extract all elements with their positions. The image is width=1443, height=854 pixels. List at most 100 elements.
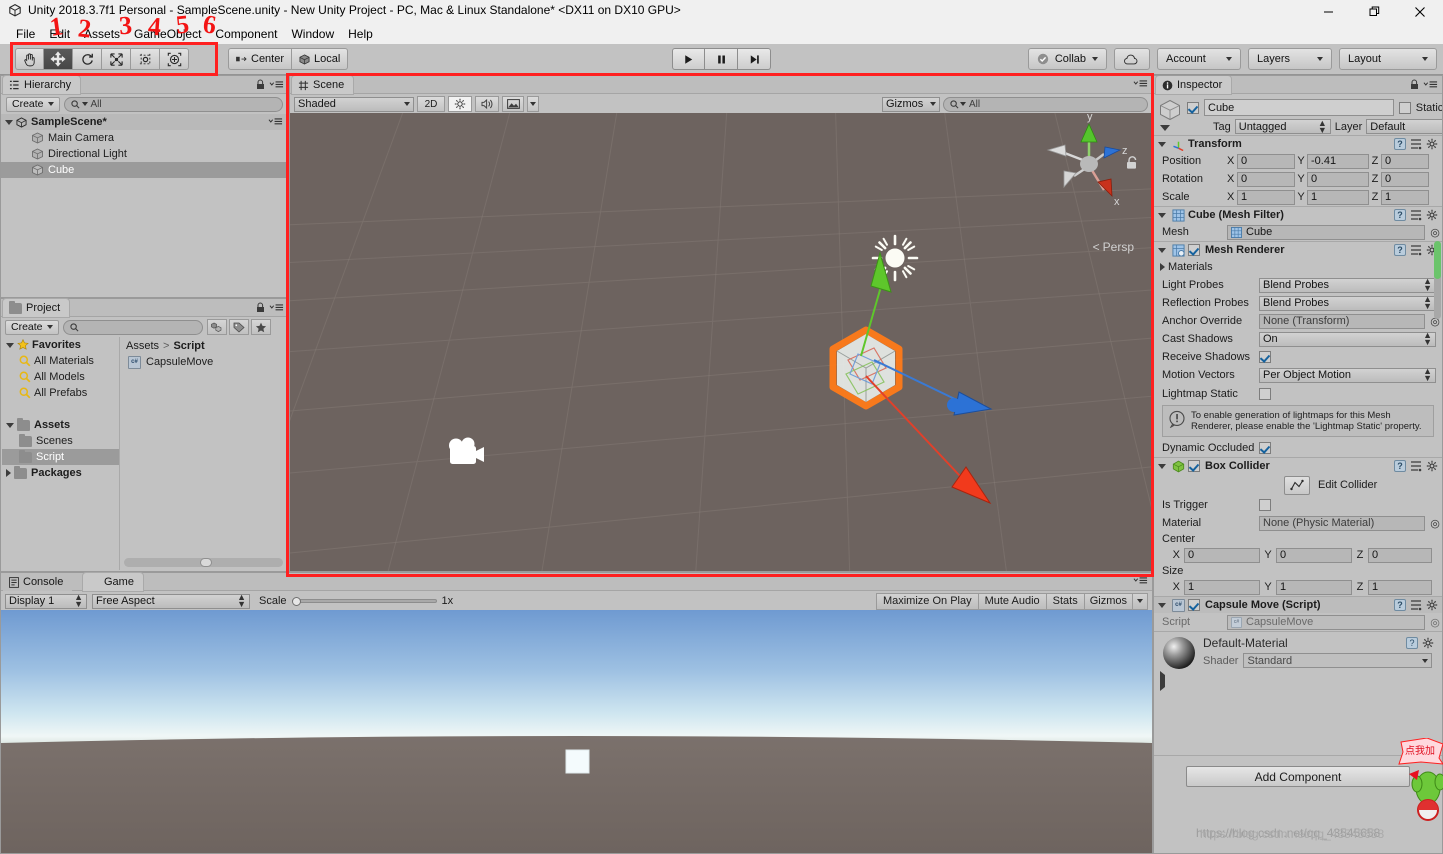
chevron-down-icon[interactable]	[5, 119, 13, 125]
chevron-down-icon[interactable]	[6, 422, 14, 428]
minimize-button[interactable]	[1305, 0, 1351, 23]
shading-mode-dropdown[interactable]: Shaded	[294, 96, 414, 112]
chevron-down-icon[interactable]	[6, 342, 14, 348]
chevron-down-icon[interactable]	[1158, 602, 1166, 608]
panel-menu-icon[interactable]	[1133, 576, 1148, 585]
chevron-down-icon[interactable]	[1158, 247, 1166, 253]
rotation-y-field[interactable]: 0	[1307, 171, 1369, 187]
scene-viewport[interactable]: y z x < Persp	[290, 113, 1152, 571]
shader-dropdown[interactable]: Standard	[1243, 653, 1432, 668]
cast-shadows-dropdown[interactable]: On ▲ ▼	[1259, 331, 1436, 347]
close-button[interactable]	[1397, 0, 1443, 23]
menu-window[interactable]: Window	[284, 25, 341, 43]
reflection-probes-dropdown[interactable]: Blend Probes ▲ ▼	[1259, 295, 1436, 311]
project-tree-all-materials[interactable]: All Materials	[2, 353, 119, 369]
script-component-header[interactable]: c# Capsule Move (Script) ?	[1154, 596, 1442, 613]
rotation-z-field[interactable]: 0	[1381, 171, 1429, 187]
pivot-mode-button[interactable]: Center	[228, 48, 293, 70]
project-tree-scenes[interactable]: Scenes	[2, 433, 119, 449]
hierarchy-item-directional-light[interactable]: Directional Light	[1, 146, 288, 162]
game-gizmos-dropdown[interactable]	[1133, 592, 1148, 610]
maximize-on-play-button[interactable]: Maximize On Play	[875, 592, 979, 610]
chevron-right-icon[interactable]	[1160, 671, 1165, 691]
motion-vectors-dropdown[interactable]: Per Object Motion ▲ ▼	[1259, 367, 1436, 383]
panel-menu-icon[interactable]	[269, 80, 284, 89]
transform-component-header[interactable]: Transform ?	[1154, 135, 1442, 152]
preset-icon[interactable]	[1410, 460, 1422, 472]
light-probes-dropdown[interactable]: Blend Probes ▲ ▼	[1259, 277, 1436, 293]
project-tree-all-prefabs[interactable]: All Prefabs	[2, 385, 119, 401]
display-dropdown[interactable]: Display 1 ▲ ▼	[5, 593, 87, 609]
scene-search-input[interactable]: All	[943, 96, 1148, 112]
size-z-field[interactable]: 1	[1368, 579, 1432, 595]
layers-button[interactable]: Layers	[1248, 48, 1332, 70]
script-enabled-checkbox[interactable]	[1188, 599, 1200, 611]
project-tree-packages[interactable]: Packages	[2, 465, 119, 481]
inspector-scrollbar-thumb[interactable]	[1434, 241, 1441, 279]
scale-slider-group[interactable]: Scale 1x	[259, 595, 453, 607]
hierarchy-item-cube[interactable]: Cube	[1, 162, 288, 178]
filter-by-type-button[interactable]	[206, 319, 227, 335]
gear-icon[interactable]	[1426, 209, 1438, 221]
tab-inspector[interactable]: Inspector	[1156, 76, 1232, 94]
panel-menu-icon[interactable]	[1423, 80, 1438, 89]
position-x-field[interactable]: 0	[1237, 153, 1295, 169]
scale-z-field[interactable]: 1	[1381, 189, 1429, 205]
project-search-input[interactable]	[62, 319, 203, 335]
mesh-renderer-component-header[interactable]: Mesh Renderer ?	[1154, 241, 1442, 258]
project-file-capsulemove[interactable]: c# CapsuleMove	[120, 354, 287, 370]
lock-icon[interactable]	[256, 79, 265, 90]
anchor-override-field[interactable]: None (Transform)	[1259, 313, 1425, 329]
preset-icon[interactable]	[1410, 244, 1422, 256]
object-enabled-checkbox[interactable]	[1187, 101, 1199, 114]
help-icon[interactable]: ?	[1394, 599, 1406, 611]
project-tree-favorites[interactable]: Favorites	[2, 337, 119, 353]
lock-icon[interactable]	[1410, 79, 1419, 90]
layer-dropdown[interactable]: Default ▲▼	[1366, 118, 1442, 134]
scene-menu-icon[interactable]	[268, 117, 283, 126]
static-checkbox[interactable]	[1398, 101, 1411, 114]
receive-shadows-checkbox[interactable]	[1259, 351, 1271, 363]
preset-icon[interactable]	[1410, 138, 1422, 150]
game-gizmos-button[interactable]: Gizmos	[1084, 592, 1133, 610]
move-tool-button[interactable]	[44, 48, 73, 70]
toggle-2d-button[interactable]: 2D	[417, 96, 445, 112]
chevron-right-icon[interactable]	[1160, 263, 1165, 271]
lightmap-static-checkbox[interactable]	[1259, 388, 1271, 400]
position-y-field[interactable]: -0.41	[1307, 153, 1369, 169]
breadcrumb-assets[interactable]: Assets	[126, 340, 159, 352]
preset-icon[interactable]	[1410, 599, 1422, 611]
rotation-x-field[interactable]: 0	[1237, 171, 1295, 187]
gear-icon[interactable]	[1426, 138, 1438, 150]
pause-button[interactable]	[705, 48, 738, 70]
menu-gameobject[interactable]: GameObject	[127, 25, 208, 43]
help-icon[interactable]: ?	[1394, 138, 1406, 150]
mute-audio-button[interactable]: Mute Audio	[978, 592, 1047, 610]
rect-tool-button[interactable]	[131, 48, 160, 70]
project-create-button[interactable]: Create	[5, 319, 59, 335]
scale-y-field[interactable]: 1	[1307, 189, 1369, 205]
help-icon[interactable]: ?	[1406, 637, 1418, 649]
account-button[interactable]: Account	[1157, 48, 1241, 70]
tab-project[interactable]: Project	[3, 299, 70, 317]
scene-fx-dropdown[interactable]	[527, 96, 539, 112]
materials-foldout[interactable]: Materials	[1154, 258, 1442, 276]
menu-file[interactable]: File	[9, 25, 42, 43]
scene-gizmos-dropdown[interactable]: Gizmos	[882, 96, 940, 112]
favorite-button[interactable]	[250, 319, 271, 335]
scale-x-field[interactable]: 1	[1237, 189, 1295, 205]
scene-fx-button[interactable]	[502, 96, 524, 112]
aspect-dropdown[interactable]: Free Aspect ▲ ▼	[92, 593, 250, 609]
object-picker-icon[interactable]: ◎	[1428, 226, 1442, 239]
tag-dropdown[interactable]: Untagged ▲ ▼	[1234, 118, 1331, 134]
project-tree-script[interactable]: Script	[2, 449, 119, 465]
hierarchy-create-button[interactable]: Create	[6, 96, 60, 112]
scale-tool-button[interactable]	[102, 48, 131, 70]
mesh-filter-component-header[interactable]: Cube (Mesh Filter) ?	[1154, 206, 1442, 223]
project-scrollbar-thumb[interactable]	[200, 558, 213, 567]
space-mode-button[interactable]: Local	[292, 48, 349, 70]
is-trigger-checkbox[interactable]	[1259, 499, 1271, 511]
gear-icon[interactable]	[1426, 599, 1438, 611]
dynamic-occluded-checkbox[interactable]	[1259, 442, 1271, 454]
project-scrollbar[interactable]	[124, 558, 283, 567]
